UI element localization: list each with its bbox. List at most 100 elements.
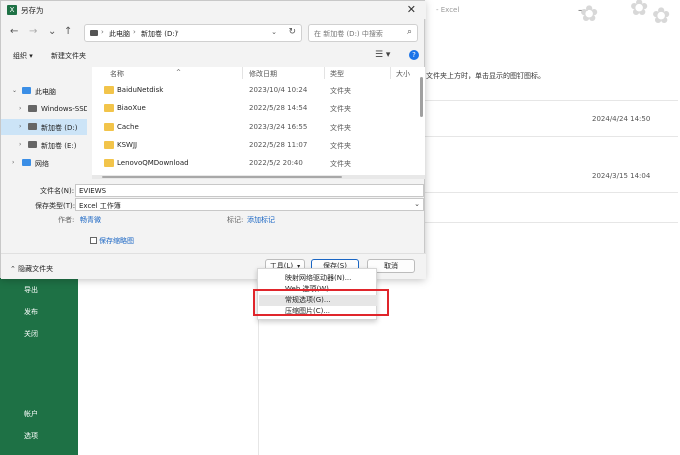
new-folder-button[interactable]: 新建文件夹	[51, 51, 86, 61]
savetype-label: 保存类型(T):	[35, 202, 76, 210]
drive-icon	[28, 105, 37, 112]
column-divider[interactable]	[242, 67, 243, 79]
recent-locations-icon[interactable]: ⌄	[48, 26, 56, 37]
search-input[interactable]: 在 新加卷 (D:) 中搜索	[314, 29, 383, 39]
file-date: 2023/10/4 10:24	[249, 86, 308, 94]
breadcrumb-drive-d[interactable]: 新加卷 (D:)	[141, 29, 177, 39]
file-list: 名称 ^ 修改日期 类型 大小 BaiduNetdisk 2023/10/4 1…	[92, 67, 425, 179]
column-divider[interactable]	[324, 67, 325, 79]
sidebar-item-network[interactable]: › 网络	[1, 155, 87, 171]
file-type: 文件夹	[330, 105, 351, 113]
file-date: 2022/5/2 20:40	[249, 159, 303, 167]
sidebar-item-label: 网络	[35, 160, 49, 168]
chevron-down-icon[interactable]: ⌄	[271, 28, 277, 36]
savetype-select[interactable]: Excel 工作簿 ⌄	[75, 198, 424, 211]
chevron-right-icon[interactable]: ›	[12, 159, 14, 166]
file-row[interactable]: BaiduNetdisk 2023/10/4 10:24 文件夹	[92, 81, 417, 99]
recent-date: 2024/3/15 14:04	[592, 172, 651, 180]
folder-icon	[104, 141, 114, 149]
refresh-icon[interactable]: ↻	[288, 27, 296, 37]
forward-arrow-icon[interactable]: →	[29, 26, 37, 37]
sidebar-item-drive-d[interactable]: › 新加卷 (D:)	[1, 119, 87, 135]
save-fields: 文件名(N): EVIEWS 保存类型(T): Excel 工作簿 ⌄ 作者: …	[1, 181, 426, 241]
file-date: 2023/3/24 16:55	[249, 123, 308, 131]
save-thumbnail-label[interactable]: 保存缩略图	[99, 236, 134, 246]
up-arrow-icon[interactable]: ↑	[64, 26, 72, 37]
navigation-bar: ← → ⌄ ↑ › 此电脑 › 新加卷 (D:) › ⌄ ↻ 在 新加卷 (D:…	[1, 21, 426, 45]
hide-folders-label: 隐藏文件夹	[18, 265, 54, 273]
file-row[interactable]: LenovoQMDownload 2022/5/2 20:40 文件夹	[92, 154, 417, 172]
decorative-star-icon: ✿	[630, 0, 649, 21]
horizontal-scrollbar[interactable]	[92, 175, 425, 179]
author-label: 作者:	[58, 216, 75, 224]
chevron-up-icon: ⌃	[10, 265, 19, 273]
file-type: 文件夹	[330, 160, 351, 168]
backstage-publish[interactable]: 发布	[24, 307, 38, 317]
sidebar-item-windows-ssd[interactable]: › Windows-SSD	[1, 101, 87, 117]
folder-icon	[104, 159, 114, 167]
filename-field[interactable]: EVIEWS	[75, 184, 424, 197]
address-bar[interactable]: › 此电脑 › 新加卷 (D:) › ⌄ ↻	[84, 24, 302, 42]
column-header-date[interactable]: 修改日期	[249, 69, 277, 79]
add-tags-link[interactable]: 添加标记	[247, 215, 275, 225]
column-divider[interactable]	[390, 67, 391, 79]
vertical-scrollbar[interactable]	[420, 77, 423, 117]
chevron-down-icon[interactable]: ⌄	[12, 87, 17, 94]
chevron-right-icon: ›	[133, 28, 136, 36]
tags-label: 标记:	[227, 216, 244, 224]
chevron-right-icon[interactable]: ›	[19, 105, 21, 112]
decorative-star-icon: ✿	[652, 4, 671, 29]
breadcrumb-this-pc[interactable]: 此电脑	[109, 29, 130, 39]
backstage-options[interactable]: 选项	[24, 431, 38, 441]
file-row[interactable]: BiaoXue 2022/5/28 14:54 文件夹	[92, 99, 417, 117]
menu-item-map-network-drive[interactable]: 映射网络驱动器(N)...	[259, 273, 377, 284]
dialog-title: 另存为	[21, 6, 44, 15]
chevron-right-icon: ›	[176, 28, 179, 36]
search-icon: ⌕	[406, 27, 412, 37]
column-header-type[interactable]: 类型	[330, 69, 344, 79]
hide-folders-button[interactable]: ⌃ 隐藏文件夹	[10, 264, 53, 274]
file-type: 文件夹	[330, 87, 351, 95]
sidebar-item-drive-e[interactable]: › 新加卷 (E:)	[1, 137, 87, 153]
close-icon[interactable]: ✕	[407, 3, 416, 16]
sidebar-item-label: 新加卷 (E:)	[41, 142, 77, 150]
sidebar-item-this-pc[interactable]: ⌄ 此电脑	[1, 83, 87, 99]
filename-value: EVIEWS	[79, 187, 107, 195]
file-type: 文件夹	[330, 142, 351, 150]
back-arrow-icon[interactable]: ←	[10, 26, 18, 37]
sort-indicator-icon: ^	[176, 69, 182, 76]
search-box[interactable]: 在 新加卷 (D:) 中搜索 ⌕	[308, 24, 418, 42]
folder-icon	[104, 104, 114, 112]
file-type: 文件夹	[330, 124, 351, 132]
pin-hint-text: 文件夹上方时，单击显示的图钉图标。	[426, 72, 545, 80]
sidebar-item-label: Windows-SSD	[41, 105, 87, 113]
excel-app-icon: X	[7, 5, 17, 15]
dialog-toolbar: 组织 ▾ 新建文件夹 ☰ ▾ ?	[1, 47, 426, 65]
view-options-icon[interactable]: ☰ ▾	[375, 50, 390, 60]
recent-date: 2024/4/24 14:50	[592, 115, 651, 123]
sidebar-item-label: 新加卷 (D:)	[41, 124, 78, 132]
network-icon	[22, 159, 31, 166]
file-name: KSWJJ	[117, 141, 138, 149]
column-header-name[interactable]: 名称	[110, 69, 124, 79]
scrollbar-thumb[interactable]	[102, 176, 342, 178]
organize-button[interactable]: 组织 ▾	[13, 51, 33, 61]
backstage-account[interactable]: 帐户	[24, 409, 38, 419]
folder-icon	[104, 86, 114, 94]
file-date: 2022/5/28 11:07	[249, 141, 308, 149]
save-thumbnail-checkbox[interactable]	[90, 237, 97, 244]
file-row[interactable]: KSWJJ 2022/5/28 11:07 文件夹	[92, 136, 417, 154]
file-name: BiaoXue	[117, 104, 146, 112]
backstage-export[interactable]: 导出	[24, 285, 38, 295]
file-row[interactable]: Cache 2023/3/24 16:55 文件夹	[92, 118, 417, 136]
drive-icon	[90, 30, 98, 36]
author-value[interactable]: 畅青微	[80, 215, 101, 225]
column-header-size[interactable]: 大小	[396, 69, 410, 79]
dialog-titlebar: X 另存为 ✕	[1, 1, 426, 19]
help-icon[interactable]: ?	[409, 50, 419, 60]
chevron-right-icon[interactable]: ›	[19, 123, 21, 130]
chevron-down-icon: ⌄	[414, 200, 420, 208]
file-name: LenovoQMDownload	[117, 159, 189, 167]
backstage-close[interactable]: 关闭	[24, 329, 38, 339]
chevron-right-icon[interactable]: ›	[19, 141, 21, 148]
